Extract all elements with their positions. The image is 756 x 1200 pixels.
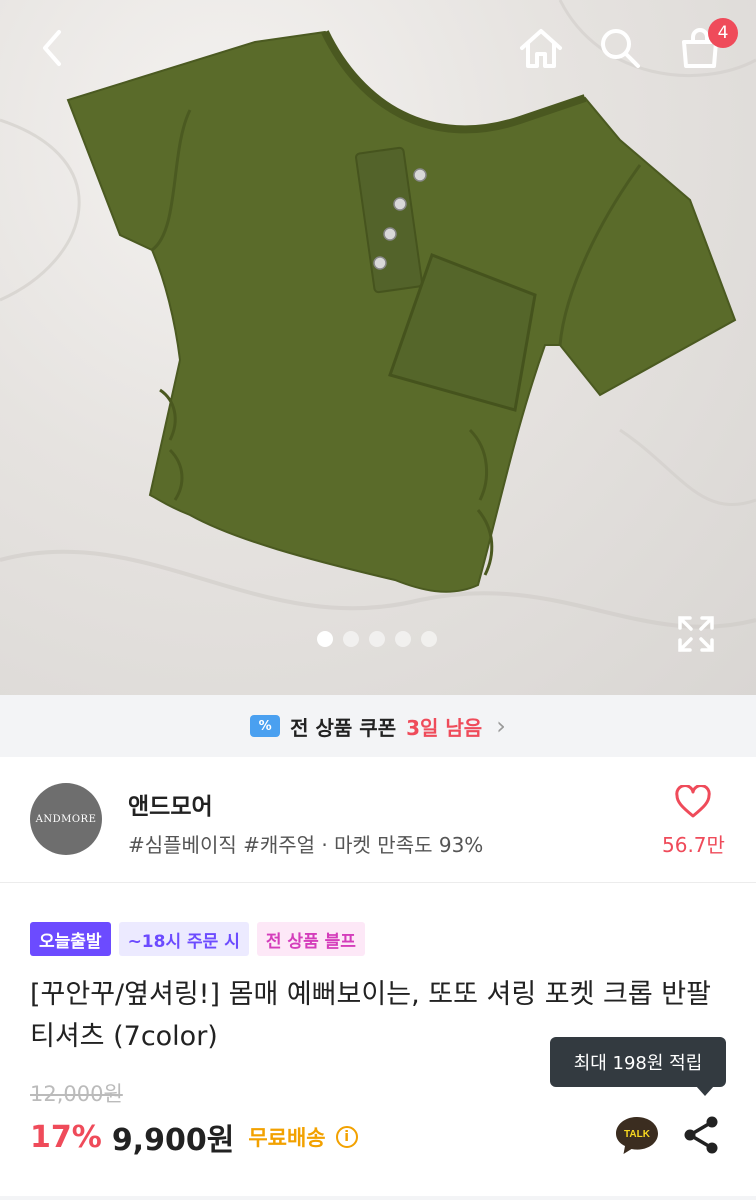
cart-count-badge: 4 [708, 18, 738, 48]
pagination-dot[interactable] [317, 631, 333, 647]
pagination-dot[interactable] [395, 631, 411, 647]
product-photo [0, 0, 756, 629]
shipping-label: 무료배송 [248, 1126, 326, 1150]
kakao-talk-share-button[interactable]: TALK [614, 1114, 660, 1156]
like-count: 56.7만 [662, 833, 725, 857]
shop-logo[interactable]: ANDMORE [30, 783, 102, 855]
pagination-dot[interactable] [369, 631, 385, 647]
price-row: 17% 9,900원 무료배송 i [30, 1115, 358, 1159]
chevron-left-icon [43, 30, 61, 66]
search-button[interactable] [592, 20, 648, 76]
discount-rate: 17% [30, 1119, 102, 1155]
search-icon [601, 29, 640, 68]
pagination-dot[interactable] [343, 631, 359, 647]
share-icon[interactable] [682, 1114, 722, 1156]
pagination-dot[interactable] [421, 631, 437, 647]
badge-black-friday: 전 상품 블프 [256, 922, 365, 956]
points-tooltip: 최대 198원 적립 [550, 1037, 726, 1096]
original-price: 12,000원 [30, 1082, 123, 1106]
badge-today-ship: 오늘출발 [30, 922, 111, 956]
coupon-text: 전 상품 쿠폰 [290, 715, 397, 740]
chevron-right-icon: › [496, 712, 506, 740]
shop-name[interactable]: 앤드모어 [128, 787, 213, 821]
coupon-icon: % [250, 715, 281, 737]
product-image-gallery[interactable]: 4 [0, 0, 756, 695]
sale-price: 9,900원 [111, 1123, 235, 1158]
info-icon[interactable]: i [335, 1126, 358, 1148]
shop-tags: #심플베이직 #캐주얼 · 마켓 만족도 93% [128, 833, 484, 857]
gallery-pagination [317, 631, 437, 647]
coupon-remaining: 3일 남음 [406, 715, 483, 740]
product-badges: 오늘출발 ~18시 주문 시 전 상품 블프 [30, 922, 365, 956]
talk-label: TALK [624, 1129, 651, 1140]
coupon-banner[interactable]: % 전 상품 쿠폰 3일 남음 › [0, 695, 756, 757]
expand-icon[interactable] [676, 614, 716, 654]
back-button[interactable] [24, 20, 80, 76]
home-icon [520, 29, 562, 68]
home-button[interactable] [513, 20, 569, 76]
badge-order-time: ~18시 주문 시 [118, 922, 249, 956]
shop-info[interactable]: ANDMORE 앤드모어 #심플베이직 #캐주얼 · 마켓 만족도 93% 56… [0, 757, 756, 883]
section-divider [0, 1196, 756, 1200]
heart-icon[interactable] [674, 785, 712, 819]
